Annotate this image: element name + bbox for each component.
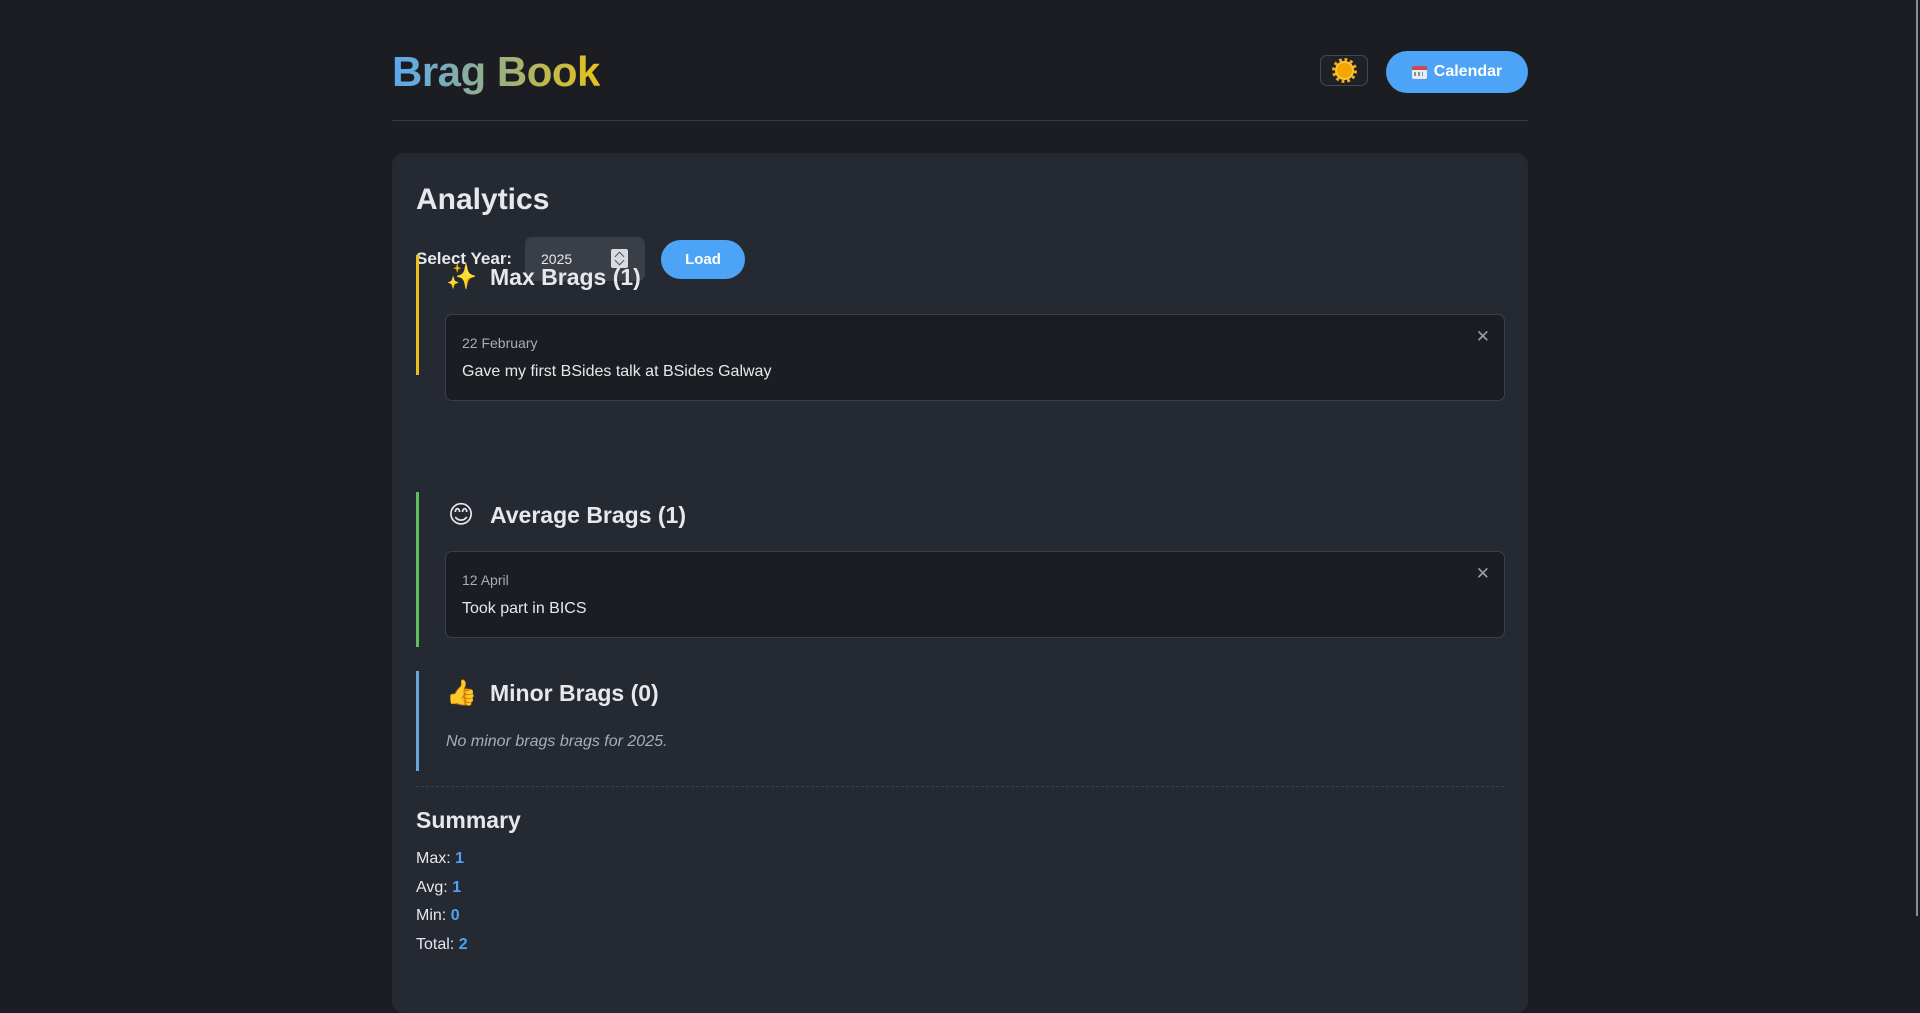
brag-card: 22 February Gave my first BSides talk at… bbox=[445, 314, 1505, 401]
delete-brag-close-icon[interactable]: ✕ bbox=[1476, 327, 1490, 347]
max-brags-header: ✨ Max Brags (1) bbox=[446, 263, 641, 292]
summary-max: Max: 1 bbox=[416, 850, 464, 868]
analytics-card: Analytics Select Year: 2025 Load ✨ Max B… bbox=[392, 153, 1528, 1013]
summary-title: Summary bbox=[416, 807, 521, 833]
brag-card: 12 April Took part in BICS ✕ bbox=[445, 551, 1505, 638]
sun-icon bbox=[1331, 58, 1357, 83]
page: Brag Book Calendar Analytics Select Year… bbox=[392, 0, 1528, 1013]
average-brags-section: 😊 Average Brags (1) 12 April Took part i… bbox=[416, 492, 1507, 647]
average-brags-heading: Average Brags (1) bbox=[490, 501, 687, 528]
calendar-button-label: Calendar bbox=[1433, 63, 1503, 80]
summary-total-label: Total: bbox=[416, 936, 455, 953]
summary-total: Total: 2 bbox=[416, 936, 468, 954]
minor-brags-header: 👍 Minor Brags (0) bbox=[446, 679, 659, 708]
brag-text: Took part in BICS bbox=[462, 600, 587, 617]
minor-brags-empty-text: No minor brags brags for 2025. bbox=[446, 733, 668, 750]
summary-max-label: Max: bbox=[416, 850, 451, 867]
max-brags-heading: Max Brags (1) bbox=[490, 264, 641, 290]
smiling-face-icon: 😊 bbox=[447, 501, 475, 529]
summary-max-value: 1 bbox=[455, 850, 465, 867]
summary-min-value: 0 bbox=[450, 907, 460, 924]
analytics-title: Analytics bbox=[416, 183, 550, 216]
page-scrollbar[interactable] bbox=[1916, 0, 1918, 916]
summary-avg: Avg: 1 bbox=[416, 879, 461, 897]
brag-text: Gave my first BSides talk at BSides Galw… bbox=[462, 363, 772, 380]
minor-brags-heading: Minor Brags (0) bbox=[490, 680, 659, 706]
divider bbox=[416, 786, 1504, 787]
summary-total-value: 2 bbox=[458, 936, 468, 953]
sparkles-icon: ✨ bbox=[446, 263, 478, 291]
summary-avg-label: Avg: bbox=[416, 879, 448, 896]
calendar-icon bbox=[1411, 65, 1427, 79]
app-title: Brag Book bbox=[392, 48, 600, 95]
summary-min: Min: 0 bbox=[416, 907, 460, 925]
calendar-button[interactable]: Calendar bbox=[1386, 51, 1528, 93]
brag-date: 22 February bbox=[462, 335, 538, 351]
delete-brag-close-icon[interactable]: ✕ bbox=[1476, 564, 1490, 584]
average-brags-header: 😊 Average Brags (1) bbox=[446, 500, 686, 530]
max-brags-section: ✨ Max Brags (1) 22 February Gave my firs… bbox=[416, 255, 1507, 401]
summary-avg-value: 1 bbox=[452, 879, 462, 896]
minor-brags-section: 👍 Minor Brags (0) No minor brags brags f… bbox=[416, 671, 1507, 771]
thumbs-up-icon: 👍 bbox=[446, 679, 478, 707]
summary-min-label: Min: bbox=[416, 907, 447, 924]
brag-date: 12 April bbox=[462, 572, 509, 588]
app-header: Brag Book Calendar bbox=[392, 0, 1528, 121]
theme-toggle-button[interactable] bbox=[1320, 55, 1368, 86]
